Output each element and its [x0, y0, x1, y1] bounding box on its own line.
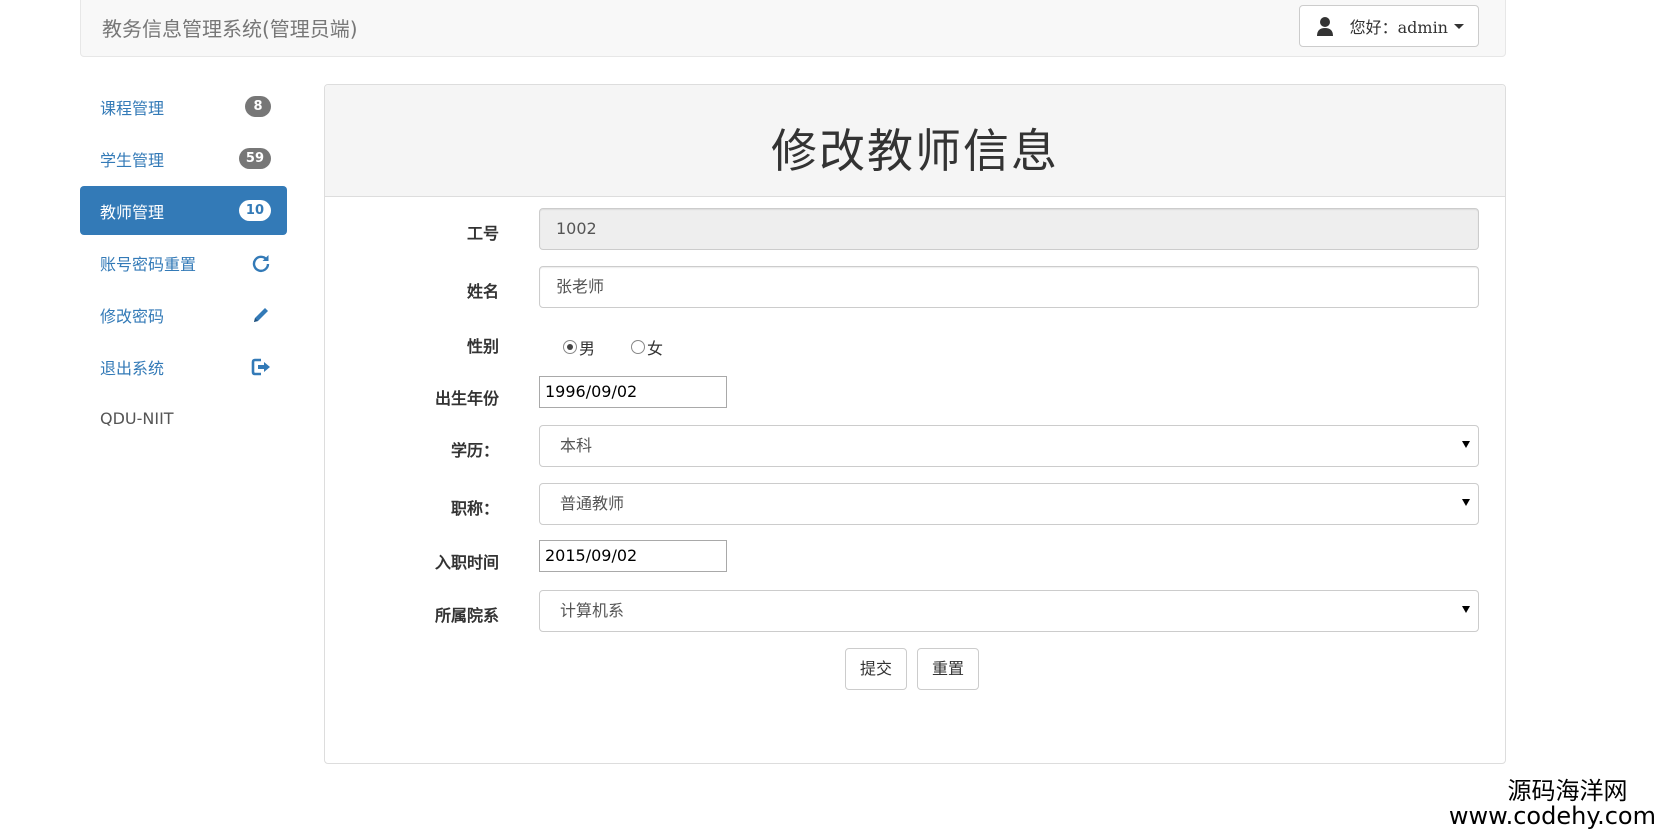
logout-icon	[251, 358, 270, 375]
gender-female-radio[interactable]	[631, 340, 646, 354]
gender-female-label: 女	[647, 339, 664, 358]
dept-label: 所属院系	[434, 606, 499, 625]
teacher-id-field[interactable]: 1002	[539, 208, 1479, 250]
hire-date-input[interactable]: 2015/09/02	[539, 540, 727, 572]
id-label: 工号	[466, 224, 499, 243]
submit-button[interactable]: 提交	[845, 648, 908, 690]
gender-radio-group: 男 女	[563, 335, 699, 359]
gender-option-female[interactable]: 女	[631, 335, 663, 359]
user-greeting: 您好：admin	[1349, 18, 1448, 37]
sidebar-item-label: 修改密码	[100, 306, 165, 326]
count-badge: 59	[238, 148, 271, 169]
dept-select[interactable]: 计算机系	[539, 590, 1479, 632]
dropdown-arrow-icon	[1462, 606, 1470, 613]
reset-button[interactable]: 重置	[917, 648, 980, 690]
user-menu-button[interactable]: 您好：admin	[1298, 5, 1479, 47]
title-label: 职称：	[450, 499, 499, 518]
watermark-line2: www.codehy.com	[1448, 801, 1656, 830]
app-title[interactable]: 教务信息管理系统(管理员端)	[102, 13, 358, 42]
count-badge: 8	[245, 96, 271, 117]
dropdown-arrow-icon	[1462, 499, 1470, 506]
sidebar-item-reset-password[interactable]: 账号密码重置	[80, 238, 287, 287]
sidebar-item-label: 退出系统	[100, 358, 165, 378]
watermark-line1: 源码海洋网	[1507, 776, 1628, 805]
degree-label: 学历：	[450, 441, 499, 460]
sidebar-item-label: 学生管理	[100, 150, 165, 170]
degree-selected-value: 本科	[560, 436, 593, 455]
sidebar-item-teachers[interactable]: 教师管理 10	[80, 186, 287, 235]
top-navbar: 教务信息管理系统(管理员端) 您好：admin	[80, 0, 1506, 57]
sidebar-item-change-password[interactable]: 修改密码	[80, 290, 287, 339]
sidebar-item-label: 课程管理	[100, 98, 165, 118]
title-select[interactable]: 普通教师	[539, 483, 1479, 525]
pencil-icon	[254, 307, 268, 322]
hire-date-label: 入职时间	[434, 553, 499, 572]
gender-label: 性别	[466, 337, 499, 356]
org-label: QDU-NIIT	[100, 409, 174, 428]
dept-selected-value: 计算机系	[560, 601, 625, 620]
gender-option-male[interactable]: 男	[563, 335, 595, 359]
panel-header: 修改教师信息	[325, 85, 1505, 197]
edit-teacher-panel: 修改教师信息 工号 1002 姓名 张老师 性别 男 女 出生年份 1996/0…	[324, 84, 1506, 764]
birth-date-input[interactable]: 1996/09/02	[539, 376, 727, 408]
sidebar-item-org: QDU-NIIT	[80, 394, 287, 443]
sidebar: 课程管理 8 学生管理 59 教师管理 10 账号密码重置 修改密码 退出系统 …	[80, 82, 287, 446]
count-badge: 10	[238, 200, 271, 221]
watermark: 源码海洋网 www.codehy.com	[1448, 776, 1656, 830]
refresh-icon	[252, 254, 270, 272]
page-title: 修改教师信息	[771, 124, 1059, 178]
title-selected-value: 普通教师	[560, 494, 625, 513]
sidebar-item-label: 账号密码重置	[100, 254, 197, 274]
chevron-down-icon	[1454, 23, 1464, 29]
sidebar-item-label: 教师管理	[100, 202, 165, 222]
gender-male-label: 男	[579, 339, 596, 358]
dropdown-arrow-icon	[1462, 441, 1470, 448]
teacher-name-field[interactable]: 张老师	[539, 266, 1479, 308]
name-label: 姓名	[466, 282, 499, 301]
birth-label: 出生年份	[434, 389, 499, 408]
sidebar-item-students[interactable]: 学生管理 59	[80, 134, 287, 183]
gender-male-radio[interactable]	[563, 340, 577, 354]
degree-select[interactable]: 本科	[539, 425, 1479, 467]
user-icon	[1316, 17, 1333, 36]
sidebar-item-courses[interactable]: 课程管理 8	[80, 82, 287, 131]
sidebar-item-logout[interactable]: 退出系统	[80, 342, 287, 391]
